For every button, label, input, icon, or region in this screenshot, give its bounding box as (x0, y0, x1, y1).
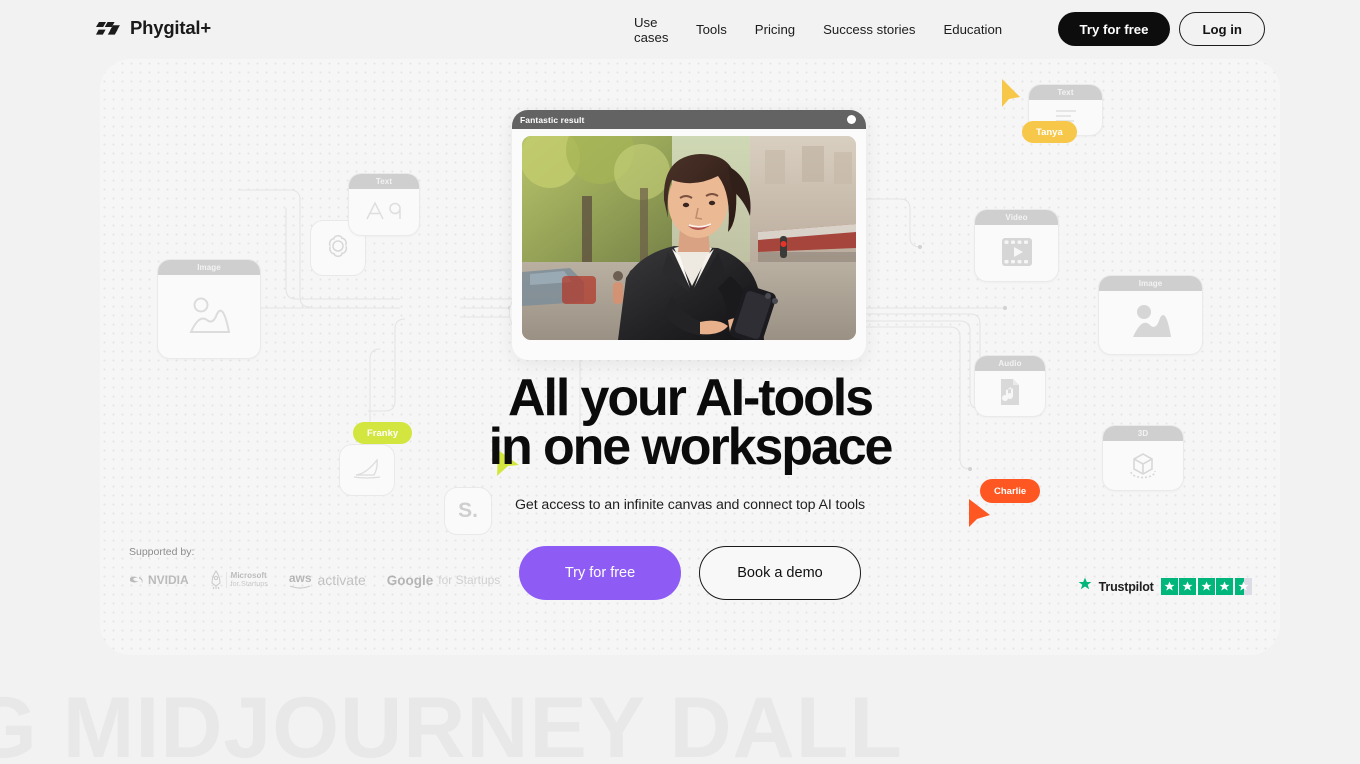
nvidia-logo: NVIDIA (129, 573, 189, 587)
hero-try-for-free-button[interactable]: Try for free (519, 546, 681, 600)
canvas-node-video[interactable]: Video (974, 209, 1059, 282)
activate-logo-text: activate (317, 572, 366, 588)
aws-activate-logo: aws activate (289, 571, 366, 590)
marquee-text: G MIDJOURNEY DALL (0, 688, 903, 764)
tools-marquee: G MIDJOURNEY DALL (0, 688, 1360, 764)
header-actions: Try for free Log in (1057, 12, 1265, 46)
card-label-text-right: Text (1057, 88, 1074, 97)
hero-section: Text Image S. Franky Fantastic result Te… (100, 59, 1280, 655)
brand-logo[interactable]: Phygital+ (95, 17, 211, 39)
card-label-audio: Audio (998, 359, 1022, 368)
nav-item-success-stories[interactable]: Success stories (809, 22, 929, 37)
landing-page: Phygital+ Use cases Tools Pricing Succes… (0, 0, 1360, 764)
header-log-in-button[interactable]: Log in (1179, 12, 1265, 46)
star-5-half (1235, 578, 1252, 595)
nav-item-pricing[interactable]: Pricing (741, 22, 809, 37)
result-card-titlebar: Fantastic result (512, 110, 866, 129)
supporter-logo-row: NVIDIA Microsoft for Startups aws activa… (129, 570, 500, 590)
trustpilot-stars (1160, 578, 1252, 595)
supported-by: Supported by: NVIDIA Microsoft for Start… (129, 546, 500, 590)
aa-text-icon (364, 200, 404, 227)
card-label-text-left: Text (375, 177, 393, 186)
header-try-for-free-button[interactable]: Try for free (1057, 12, 1171, 46)
star-2 (1179, 578, 1197, 595)
canvas-node-text-left[interactable]: Text (348, 173, 420, 236)
cursor-arrow-tanya (998, 77, 1024, 114)
google-logo-text: Google (386, 572, 434, 588)
nvidia-logo-text: NVIDIA (148, 573, 189, 587)
image-icon (183, 292, 235, 343)
card-label-video: Video (1005, 213, 1028, 222)
video-play-icon (1000, 236, 1034, 273)
aws-logo-text: aws (288, 570, 312, 585)
logo-divider (225, 572, 227, 588)
trustpilot-rating[interactable]: Trustpilot (1078, 577, 1252, 596)
canvas-node-image-right[interactable]: Image (1098, 275, 1203, 355)
nav-item-tools[interactable]: Tools (682, 22, 741, 37)
card-label-image-right: Image (1138, 279, 1163, 288)
nav-item-education[interactable]: Education (929, 22, 1016, 37)
star-4 (1216, 578, 1234, 595)
google-logo-subtext: for Startups (438, 573, 501, 587)
nav-item-use-cases[interactable]: Use cases (620, 15, 682, 45)
result-card-image (522, 136, 856, 340)
google-for-startups-logo: Google for Startups (387, 573, 501, 588)
microsoft-logo-subtext: for Startups (230, 579, 268, 588)
star-1 (1160, 578, 1178, 595)
microsoft-for-startups-logo: Microsoft for Startups (210, 570, 268, 590)
result-card-status-dot (847, 115, 856, 124)
openai-icon (324, 232, 352, 265)
star-3 (1197, 578, 1215, 595)
page-title-line2: in one workspace (488, 418, 894, 476)
cursor-tanya: Tanya (1022, 121, 1077, 143)
primary-nav: Use cases Tools Pricing Success stories … (620, 0, 1016, 59)
card-label-image-left: Image (197, 263, 221, 272)
result-card-title: Fantastic result (520, 114, 585, 125)
result-card[interactable]: Fantastic result (512, 110, 866, 360)
page-title-line1: All your AI-tools (508, 369, 874, 427)
hero-book-a-demo-button[interactable]: Book a demo (699, 546, 861, 600)
page-title: All your AI-tools in one workspace (100, 369, 1280, 476)
page-subtitle: Get access to an infinite canvas and con… (515, 497, 865, 513)
phygital-logo-icon (95, 19, 121, 38)
image-icon (1127, 301, 1175, 346)
canvas-node-image-left[interactable]: Image (157, 259, 261, 359)
trustpilot-name: Trustpilot (1098, 579, 1154, 594)
site-header: Phygital+ Use cases Tools Pricing Succes… (0, 0, 1360, 59)
supported-by-label: Supported by: (129, 546, 195, 558)
brand-name: Phygital+ (130, 17, 211, 38)
trustpilot-star-icon (1078, 577, 1092, 596)
